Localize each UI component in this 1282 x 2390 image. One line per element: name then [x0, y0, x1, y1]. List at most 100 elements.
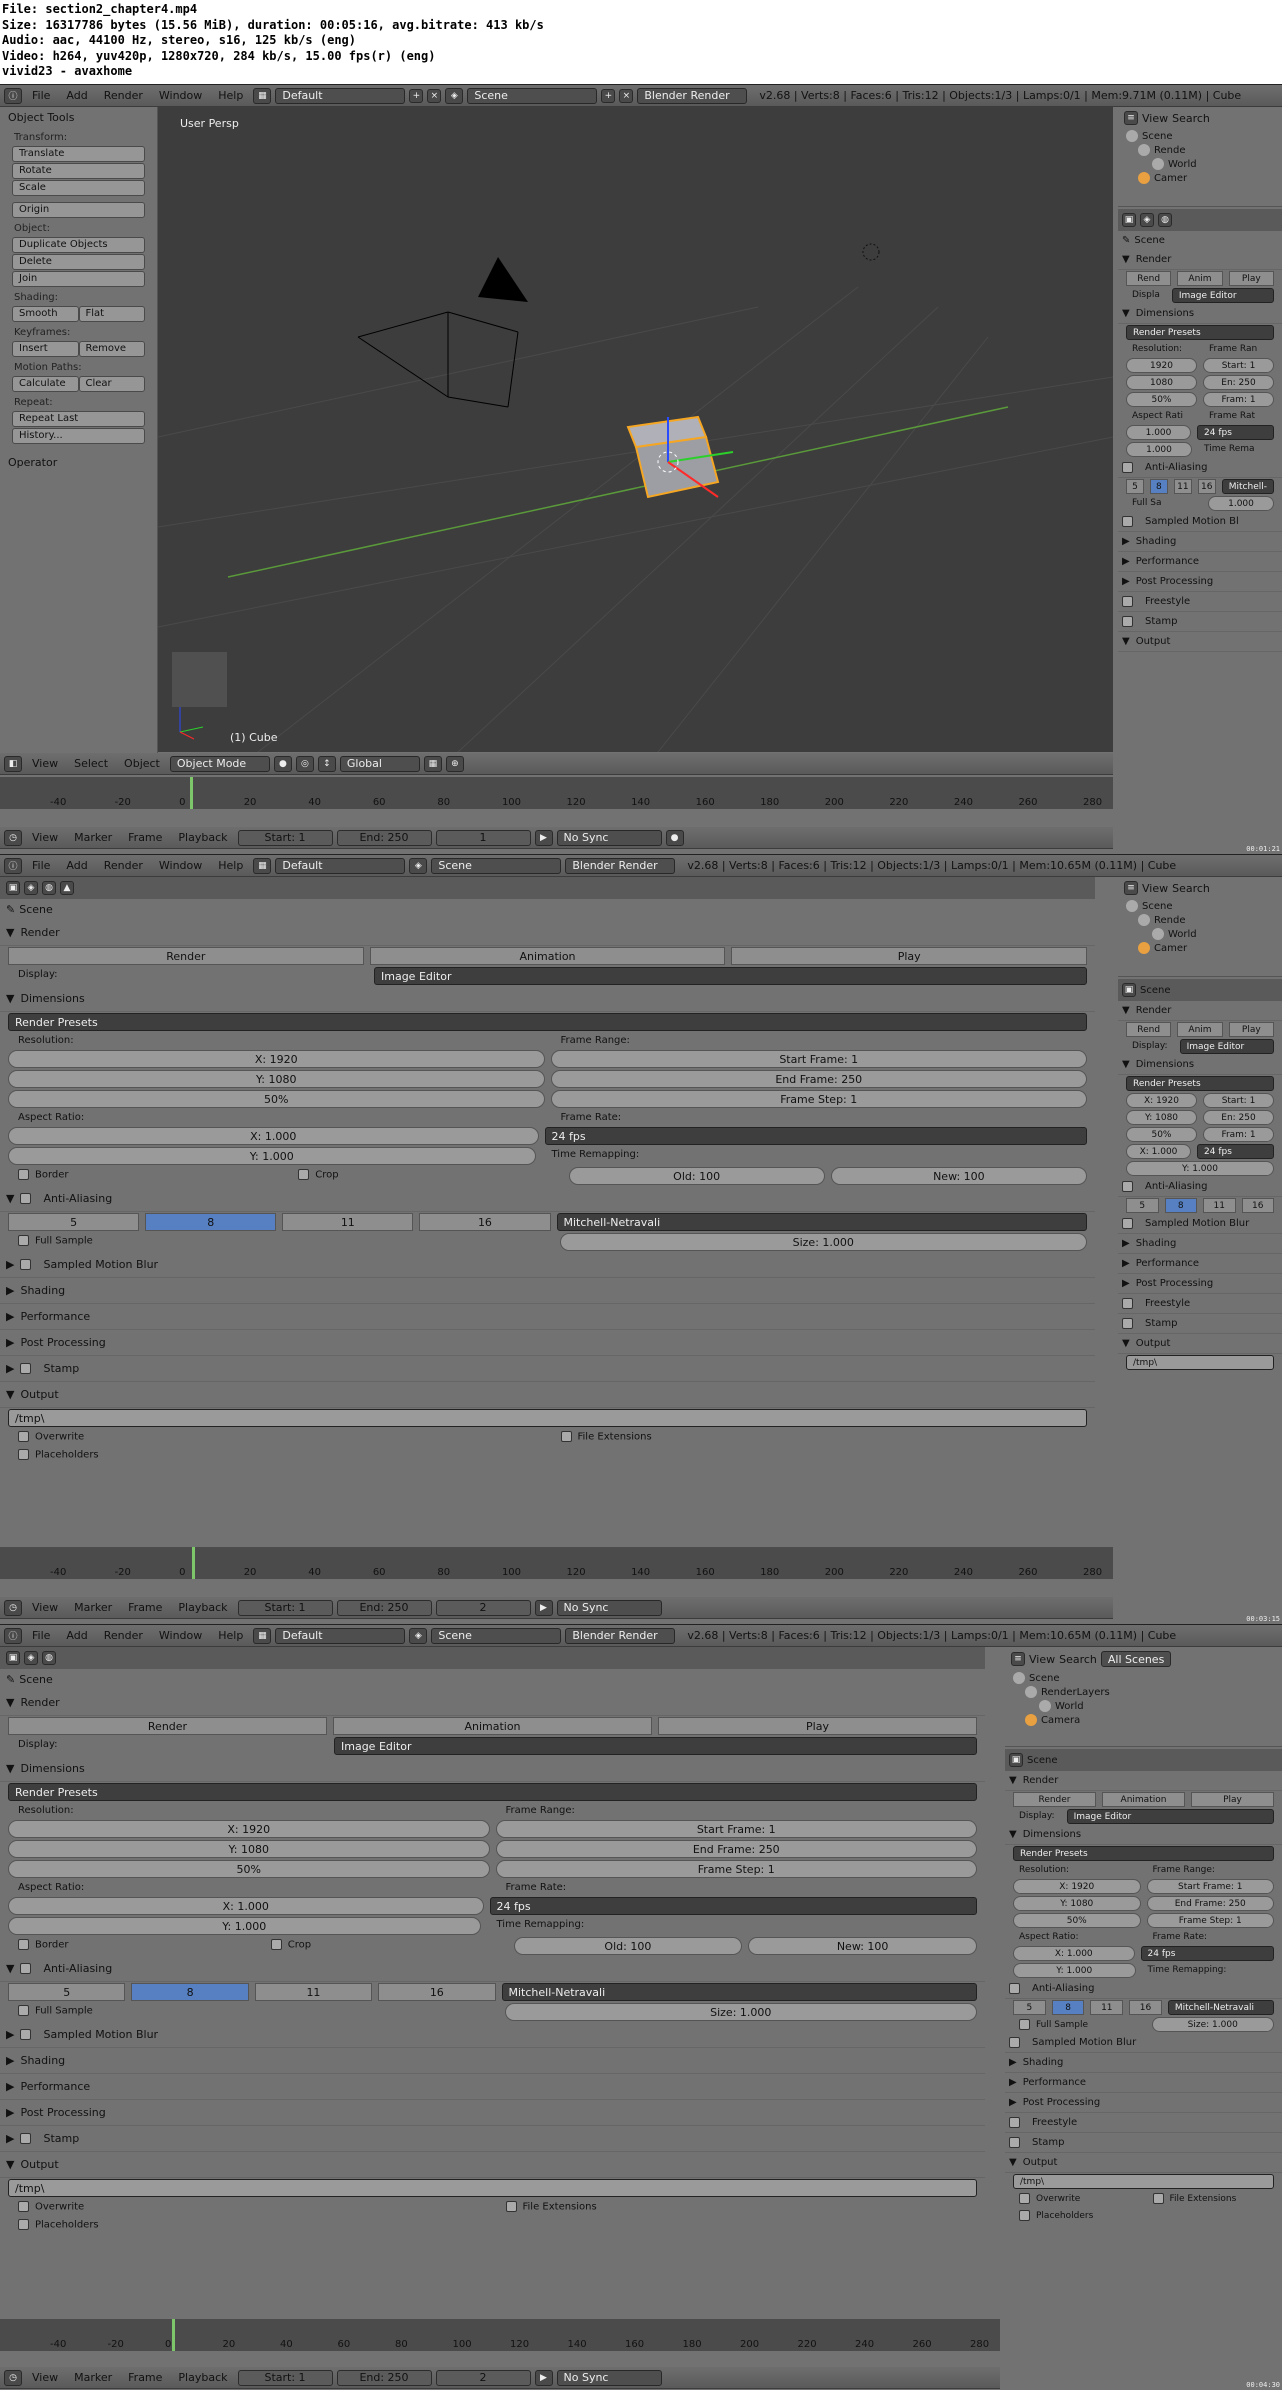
- aspect-x-field[interactable]: 1.000: [1126, 425, 1191, 440]
- aa-n3[interactable]: Anti-Aliasing: [1005, 1979, 1282, 1999]
- end-field-2[interactable]: End: 250: [336, 1599, 432, 1616]
- tl-playback-2[interactable]: Playback: [172, 1601, 233, 1614]
- tl-view-3[interactable]: View: [26, 2371, 64, 2384]
- layers-icon[interactable]: ▦: [423, 755, 442, 772]
- animation-button-2[interactable]: Animation: [369, 947, 726, 965]
- pct-n2[interactable]: 50%: [1126, 1127, 1197, 1142]
- start-field-3[interactable]: Start: 1: [237, 2369, 333, 2386]
- dimensions-panel-header[interactable]: ▼ Dimensions: [1118, 304, 1282, 324]
- engine-select[interactable]: Blender Render: [637, 87, 748, 104]
- scene-tab-icon-3[interactable]: ◈: [24, 1651, 38, 1665]
- clear-button[interactable]: Clear: [78, 376, 145, 392]
- tl-view[interactable]: View: [26, 831, 64, 844]
- flat-button[interactable]: Flat: [78, 306, 145, 322]
- output-n2[interactable]: ▼ Output: [1118, 1334, 1282, 1354]
- display-select-2[interactable]: Image Editor: [374, 967, 1087, 985]
- anim-n3[interactable]: Animation: [1102, 1792, 1185, 1807]
- post-n2[interactable]: ▶ Post Processing: [1118, 1274, 1282, 1294]
- remove-button[interactable]: Remove: [78, 341, 145, 357]
- end-frame-field[interactable]: En: 250: [1203, 375, 1274, 390]
- step-n3[interactable]: Frame Step: 1: [1146, 1913, 1274, 1928]
- step-n2[interactable]: Fram: 1: [1203, 1127, 1274, 1142]
- render-tab-icon[interactable]: ▣: [1122, 213, 1136, 227]
- tl-marker-3[interactable]: Marker: [68, 2371, 118, 2384]
- render-panel-n2[interactable]: ▼ Render: [1118, 1001, 1282, 1021]
- res-y-2[interactable]: Y: 1080: [8, 1070, 545, 1088]
- ay-n3[interactable]: Y: 1.000: [1013, 1963, 1136, 1978]
- end-frame-2[interactable]: End Frame: 250: [550, 1070, 1087, 1088]
- full-sample-3[interactable]: Full Sample: [8, 2003, 499, 2021]
- menu-help-2[interactable]: Help: [212, 859, 249, 872]
- border-check-2[interactable]: Border: [8, 1167, 282, 1185]
- tl-marker-2[interactable]: Marker: [68, 1601, 118, 1614]
- overwrite-3[interactable]: Overwrite: [8, 2199, 490, 2215]
- start-field[interactable]: Start: 1: [237, 829, 333, 846]
- render-tab-icon-n2[interactable]: ▣: [1122, 983, 1136, 997]
- filter-size-field[interactable]: 1.000: [1208, 496, 1274, 511]
- start-frame-3[interactable]: Start Frame: 1: [495, 1820, 977, 1838]
- smb-panel-3[interactable]: ▶ Sampled Motion Blur: [0, 2022, 985, 2048]
- display-select-n2[interactable]: Image Editor: [1179, 1039, 1274, 1054]
- full-sample-2[interactable]: Full Sample: [8, 1233, 554, 1251]
- fileext-n3[interactable]: File Extensions: [1147, 2191, 1275, 2206]
- presets-select-3[interactable]: Render Presets: [8, 1783, 977, 1801]
- start-frame-2[interactable]: Start Frame: 1: [550, 1050, 1087, 1068]
- play-controls-icon[interactable]: ▶: [534, 829, 553, 846]
- fps-select[interactable]: 24 fps: [1197, 425, 1274, 440]
- aa-n2[interactable]: Anti-Aliasing: [1118, 1177, 1282, 1197]
- dimensions-n3[interactable]: ▼ Dimensions: [1005, 1825, 1282, 1845]
- start-frame-field[interactable]: Start: 1: [1203, 358, 1274, 373]
- screen-layout-icon-3[interactable]: ▦: [253, 1627, 272, 1644]
- outliner-scene-3[interactable]: Scene: [1005, 1671, 1282, 1685]
- pin-icon-3[interactable]: ✎: [6, 1673, 15, 1686]
- play-s-n2[interactable]: Play: [1228, 1022, 1274, 1037]
- outliner-view-2[interactable]: View: [1142, 882, 1168, 895]
- dimensions-n2[interactable]: ▼ Dimensions: [1118, 1055, 1282, 1075]
- menu-window[interactable]: Window: [153, 89, 208, 102]
- play-button-3[interactable]: Play: [658, 1717, 977, 1735]
- orientation-select[interactable]: Global: [339, 755, 420, 772]
- play-controls-icon-3[interactable]: ▶: [534, 2369, 553, 2386]
- outliner-world[interactable]: World: [1118, 157, 1282, 171]
- aa5-n3[interactable]: 5: [1013, 2000, 1046, 2015]
- aspect-x-3[interactable]: X: 1.000: [8, 1897, 484, 1915]
- tl-frame-3[interactable]: Frame: [122, 2371, 168, 2384]
- outliner-rl-2[interactable]: Rende: [1118, 913, 1282, 927]
- outliner-view-3[interactable]: View: [1029, 1653, 1055, 1666]
- smb-panel-2[interactable]: ▶ Sampled Motion Blur: [0, 1252, 1095, 1278]
- sync-select-3[interactable]: No Sync: [556, 2369, 662, 2386]
- render-anim-button[interactable]: Anim: [1177, 271, 1223, 286]
- resy-n2[interactable]: Y: 1080: [1126, 1110, 1197, 1125]
- layout-select-3[interactable]: Default: [275, 1627, 406, 1644]
- aspect-y-2[interactable]: Y: 1.000: [8, 1147, 536, 1165]
- display-select-3[interactable]: Image Editor: [334, 1737, 977, 1755]
- aa16-n3[interactable]: 16: [1129, 2000, 1162, 2015]
- fps-n3[interactable]: 24 fps: [1140, 1946, 1274, 1961]
- size-field-2[interactable]: Size: 1.000: [559, 1233, 1087, 1251]
- full-sample-label[interactable]: Full Sa: [1126, 496, 1202, 511]
- new-field-2[interactable]: New: 100: [830, 1167, 1087, 1185]
- scene-select-3[interactable]: Scene: [431, 1627, 562, 1644]
- filter-select[interactable]: Mitchell-: [1221, 479, 1274, 494]
- repeat-last-button[interactable]: Repeat Last: [12, 411, 145, 427]
- res-x-2[interactable]: X: 1920: [8, 1050, 545, 1068]
- aspect-y-3[interactable]: Y: 1.000: [8, 1917, 481, 1935]
- size-field-3[interactable]: Size: 1.000: [504, 2003, 977, 2021]
- end-frame-3[interactable]: End Frame: 250: [495, 1840, 977, 1858]
- frame-step-3[interactable]: Frame Step: 1: [495, 1860, 977, 1878]
- layout-select-2[interactable]: Default: [275, 857, 406, 874]
- timeline-ruler-2[interactable]: -40 -20 0 20 40 60 80 100 120 140 160 180 200 220 240 2…: [0, 1547, 1113, 1579]
- operator-panel[interactable]: Operator: [0, 452, 157, 473]
- menu-add-3[interactable]: Add: [60, 1629, 93, 1642]
- display-select-n3[interactable]: Image Editor: [1066, 1809, 1274, 1824]
- vp-object-menu[interactable]: Object: [118, 757, 166, 770]
- add-layout-icon[interactable]: +: [409, 88, 424, 103]
- aa5-3[interactable]: 5: [8, 1983, 126, 2001]
- performance-panel-2[interactable]: ▶ Performance: [0, 1304, 1095, 1330]
- shading-panel-2[interactable]: ▶ Shading: [0, 1278, 1095, 1304]
- engine-select-2[interactable]: Blender Render: [565, 857, 676, 874]
- outliner-camera-2[interactable]: Camer: [1118, 941, 1282, 955]
- outliner-scene[interactable]: Scene: [1118, 129, 1282, 143]
- old-field-3[interactable]: Old: 100: [513, 1937, 743, 1955]
- fps-select-3[interactable]: 24 fps: [489, 1897, 977, 1915]
